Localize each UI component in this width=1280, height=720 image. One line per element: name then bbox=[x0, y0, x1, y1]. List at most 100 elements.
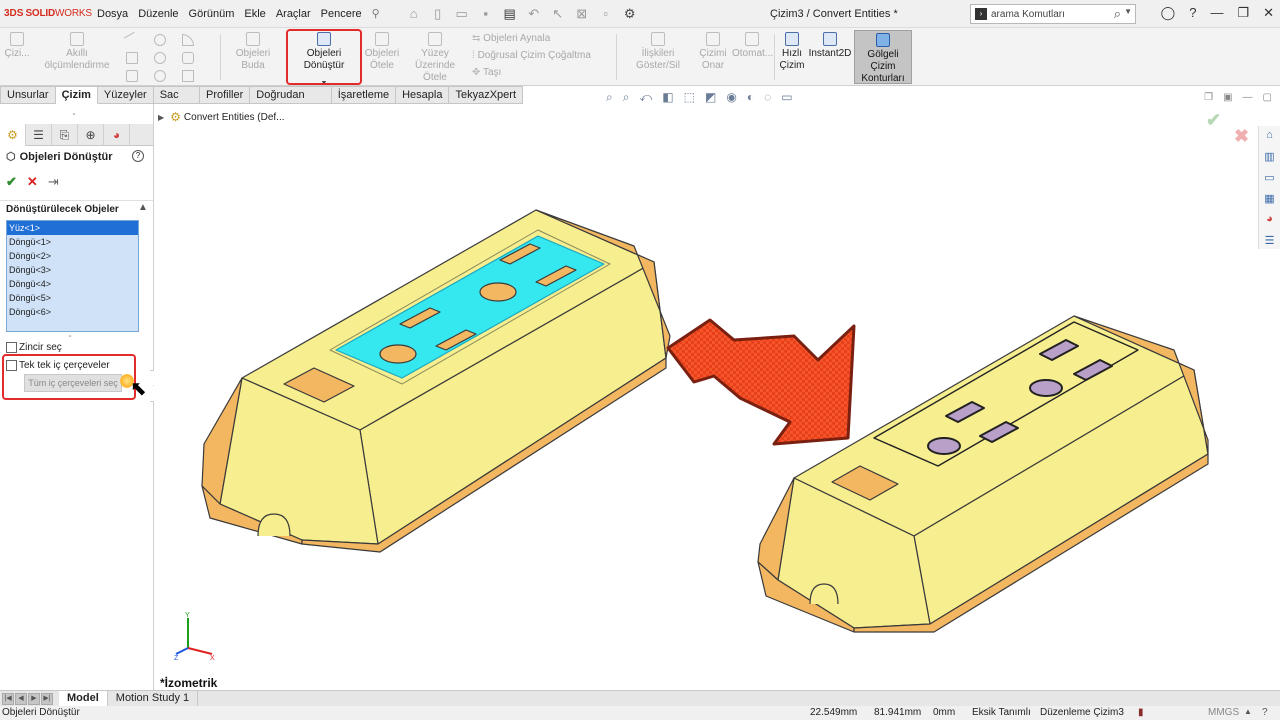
status-units[interactable]: MMGS bbox=[1208, 707, 1239, 718]
text-icon[interactable] bbox=[182, 70, 194, 82]
arc-icon[interactable] bbox=[154, 52, 166, 64]
menu-dosya[interactable]: Dosya bbox=[92, 8, 133, 20]
file-properties-icon[interactable]: ▫ bbox=[597, 6, 615, 21]
minimize-icon[interactable]: — bbox=[1210, 5, 1223, 21]
tab-cizim[interactable]: Çizim bbox=[55, 86, 98, 104]
zoom-to-fit-icon[interactable]: ⌕ bbox=[606, 90, 613, 105]
configuration-manager-icon[interactable]: ⎘ bbox=[52, 124, 78, 146]
display-relations-button[interactable]: İlişkileri Göster/Sil bbox=[620, 30, 696, 84]
fillet-icon[interactable] bbox=[182, 52, 194, 64]
hide-show-icon[interactable]: ◉ bbox=[726, 90, 736, 105]
user-icon[interactable]: ◯ bbox=[1161, 5, 1176, 21]
expand-arrow-icon[interactable]: ▶ bbox=[158, 113, 164, 122]
cancel-x-icon[interactable]: ✕ bbox=[27, 174, 38, 190]
viewport-restore-icon[interactable]: ❐ bbox=[1204, 92, 1213, 103]
property-manager-icon[interactable]: ☰ bbox=[26, 124, 52, 146]
confirm-ok-icon[interactable]: ✔ bbox=[1206, 110, 1221, 131]
undo-icon[interactable]: ↶ bbox=[525, 6, 543, 22]
pin-icon[interactable]: ⚲ bbox=[367, 7, 385, 20]
graphics-area[interactable]: ⌕ ⌕ ⤺ ◧ ⬚ ◩ ◉ ◐ ◌ ▭ ❐ ▣ — ▢ ▶ ⚙ Convert … bbox=[154, 90, 1280, 690]
tab-isaretleme[interactable]: İşaretleme bbox=[331, 86, 397, 104]
apply-scene-icon[interactable]: ◌ bbox=[764, 90, 771, 105]
view-palette-icon[interactable]: ▦ bbox=[1259, 189, 1280, 207]
feature-manager-icon[interactable]: ⚙ bbox=[0, 124, 26, 146]
search-dropdown-icon[interactable]: ▼ bbox=[1124, 7, 1132, 16]
list-resize-grip-icon[interactable]: ⁃ bbox=[68, 332, 72, 341]
units-dropdown-icon[interactable]: ▲ bbox=[1244, 707, 1252, 716]
first-tab-icon[interactable]: |◀ bbox=[2, 692, 14, 705]
section-view-icon[interactable]: ◧ bbox=[662, 90, 673, 105]
command-search[interactable]: › arama Komutları ⌕ ▼ bbox=[970, 4, 1136, 24]
panel-grip-icon[interactable]: ⁃ bbox=[72, 110, 76, 119]
instant2d-button[interactable]: Instant2D bbox=[808, 30, 852, 84]
restore-icon[interactable]: ❐ bbox=[1237, 5, 1249, 21]
rebuild-icon[interactable]: ⊠ bbox=[573, 6, 591, 22]
save-icon[interactable]: ▪ bbox=[477, 6, 495, 21]
zoom-to-area-icon[interactable]: ⌕ bbox=[623, 90, 630, 105]
menu-ekle[interactable]: Ekle bbox=[239, 8, 270, 20]
spline-icon[interactable] bbox=[182, 34, 194, 46]
confirm-cancel-icon[interactable]: ✖ bbox=[1234, 126, 1249, 147]
last-tab-icon[interactable]: ▶| bbox=[41, 692, 53, 705]
viewport-maximize-icon[interactable]: ▢ bbox=[1263, 92, 1272, 103]
custom-properties-icon[interactable]: ☰ bbox=[1259, 231, 1280, 249]
mirror-entities-button[interactable]: ⇆ Objeleri Aynala bbox=[472, 30, 612, 47]
tab-motion-study[interactable]: Motion Study 1 bbox=[108, 690, 199, 707]
polygon-icon[interactable] bbox=[154, 70, 166, 82]
menu-araclar[interactable]: Araçlar bbox=[271, 8, 316, 20]
pushpin-icon[interactable]: ⇥ bbox=[48, 174, 59, 190]
edit-appearance-icon[interactable]: ◐ bbox=[747, 90, 754, 105]
smart-dimension-button[interactable]: Akıllı ölçümlendirme bbox=[34, 30, 120, 84]
list-item[interactable]: Döngü<4> bbox=[7, 277, 138, 291]
design-library-icon[interactable]: ▥ bbox=[1259, 147, 1280, 165]
dimxpert-icon[interactable]: ⊕ bbox=[78, 124, 104, 146]
single-inner-checkbox[interactable] bbox=[6, 360, 17, 371]
viewport-tile-icon[interactable]: ▣ bbox=[1223, 92, 1232, 103]
home-icon[interactable]: ⌂ bbox=[405, 6, 423, 21]
list-item[interactable]: Döngü<2> bbox=[7, 249, 138, 263]
collapse-chevron-icon[interactable]: ▲ bbox=[138, 202, 148, 213]
shaded-sketch-contours-button[interactable]: Gölgeli Çizim Konturları bbox=[854, 30, 912, 84]
chain-select-row[interactable]: Zincir seç bbox=[6, 342, 62, 353]
close-icon[interactable]: ✕ bbox=[1263, 5, 1274, 21]
list-item[interactable]: Döngü<1> bbox=[7, 235, 138, 249]
display-manager-icon[interactable]: ◕ bbox=[104, 124, 130, 146]
options-gear-icon[interactable]: ⚙ bbox=[621, 6, 639, 22]
viewport-minimize-icon[interactable]: — bbox=[1243, 92, 1253, 103]
print-icon[interactable]: ▤ bbox=[501, 6, 519, 22]
list-item[interactable]: Döngü<6> bbox=[7, 305, 138, 319]
rectangle-icon[interactable] bbox=[126, 52, 138, 64]
list-item[interactable]: Döngü<5> bbox=[7, 291, 138, 305]
menu-gorunum[interactable]: Görünüm bbox=[184, 8, 240, 20]
view-orientation-icon[interactable]: ⬚ bbox=[684, 90, 695, 105]
menu-pencere[interactable]: Pencere bbox=[316, 8, 367, 20]
prev-tab-icon[interactable]: ◀ bbox=[15, 692, 27, 705]
list-item[interactable]: Yüz<1> bbox=[7, 221, 138, 235]
file-explorer-icon[interactable]: ▭ bbox=[1259, 168, 1280, 186]
tab-tekyazxpert[interactable]: TekyazXpert bbox=[449, 86, 523, 104]
search-icon[interactable]: ⌕ bbox=[1114, 6, 1121, 22]
line-icon[interactable] bbox=[123, 31, 141, 49]
chain-select-checkbox[interactable] bbox=[6, 342, 17, 353]
ok-check-icon[interactable]: ✔ bbox=[6, 174, 17, 190]
tab-unsurlar[interactable]: Unsurlar bbox=[0, 86, 56, 104]
slot-icon[interactable] bbox=[126, 70, 138, 82]
repair-sketch-button[interactable]: Çizimi Onar bbox=[698, 30, 728, 84]
select-all-inner-loops-button[interactable]: Tüm iç çerçeveleri seç bbox=[24, 374, 122, 392]
display-style-icon[interactable]: ◩ bbox=[705, 90, 716, 105]
menu-duzenle[interactable]: Düzenle bbox=[133, 8, 183, 20]
tab-sac-levha[interactable]: Sac Levha bbox=[153, 86, 200, 117]
move-button[interactable]: ✥ Taşı bbox=[472, 64, 612, 81]
rebuild-status-icon[interactable]: ▮ bbox=[1138, 707, 1144, 718]
next-tab-icon[interactable]: ▶ bbox=[28, 692, 40, 705]
source-part[interactable] bbox=[201, 209, 671, 553]
tab-dogrudan-duzenleme[interactable]: Doğrudan Düzenleme bbox=[250, 86, 332, 117]
entities-to-convert-list[interactable]: Yüz<1> Döngü<1> Döngü<2> Döngü<3> Döngü<… bbox=[6, 220, 139, 332]
flyout-feature-tree[interactable]: ▶ ⚙ Convert Entities (Def... bbox=[158, 110, 285, 124]
offset-on-surface-button[interactable]: Yüzey Üzerinde Ötele bbox=[402, 30, 468, 84]
appearances-icon[interactable]: ◕ bbox=[1259, 210, 1280, 228]
tab-profiller[interactable]: Profiller bbox=[199, 86, 251, 104]
tab-model[interactable]: Model bbox=[59, 690, 108, 707]
status-help-icon[interactable]: ? bbox=[1262, 707, 1268, 718]
offset-entities-button[interactable]: Objeleri Ötele bbox=[364, 30, 400, 84]
